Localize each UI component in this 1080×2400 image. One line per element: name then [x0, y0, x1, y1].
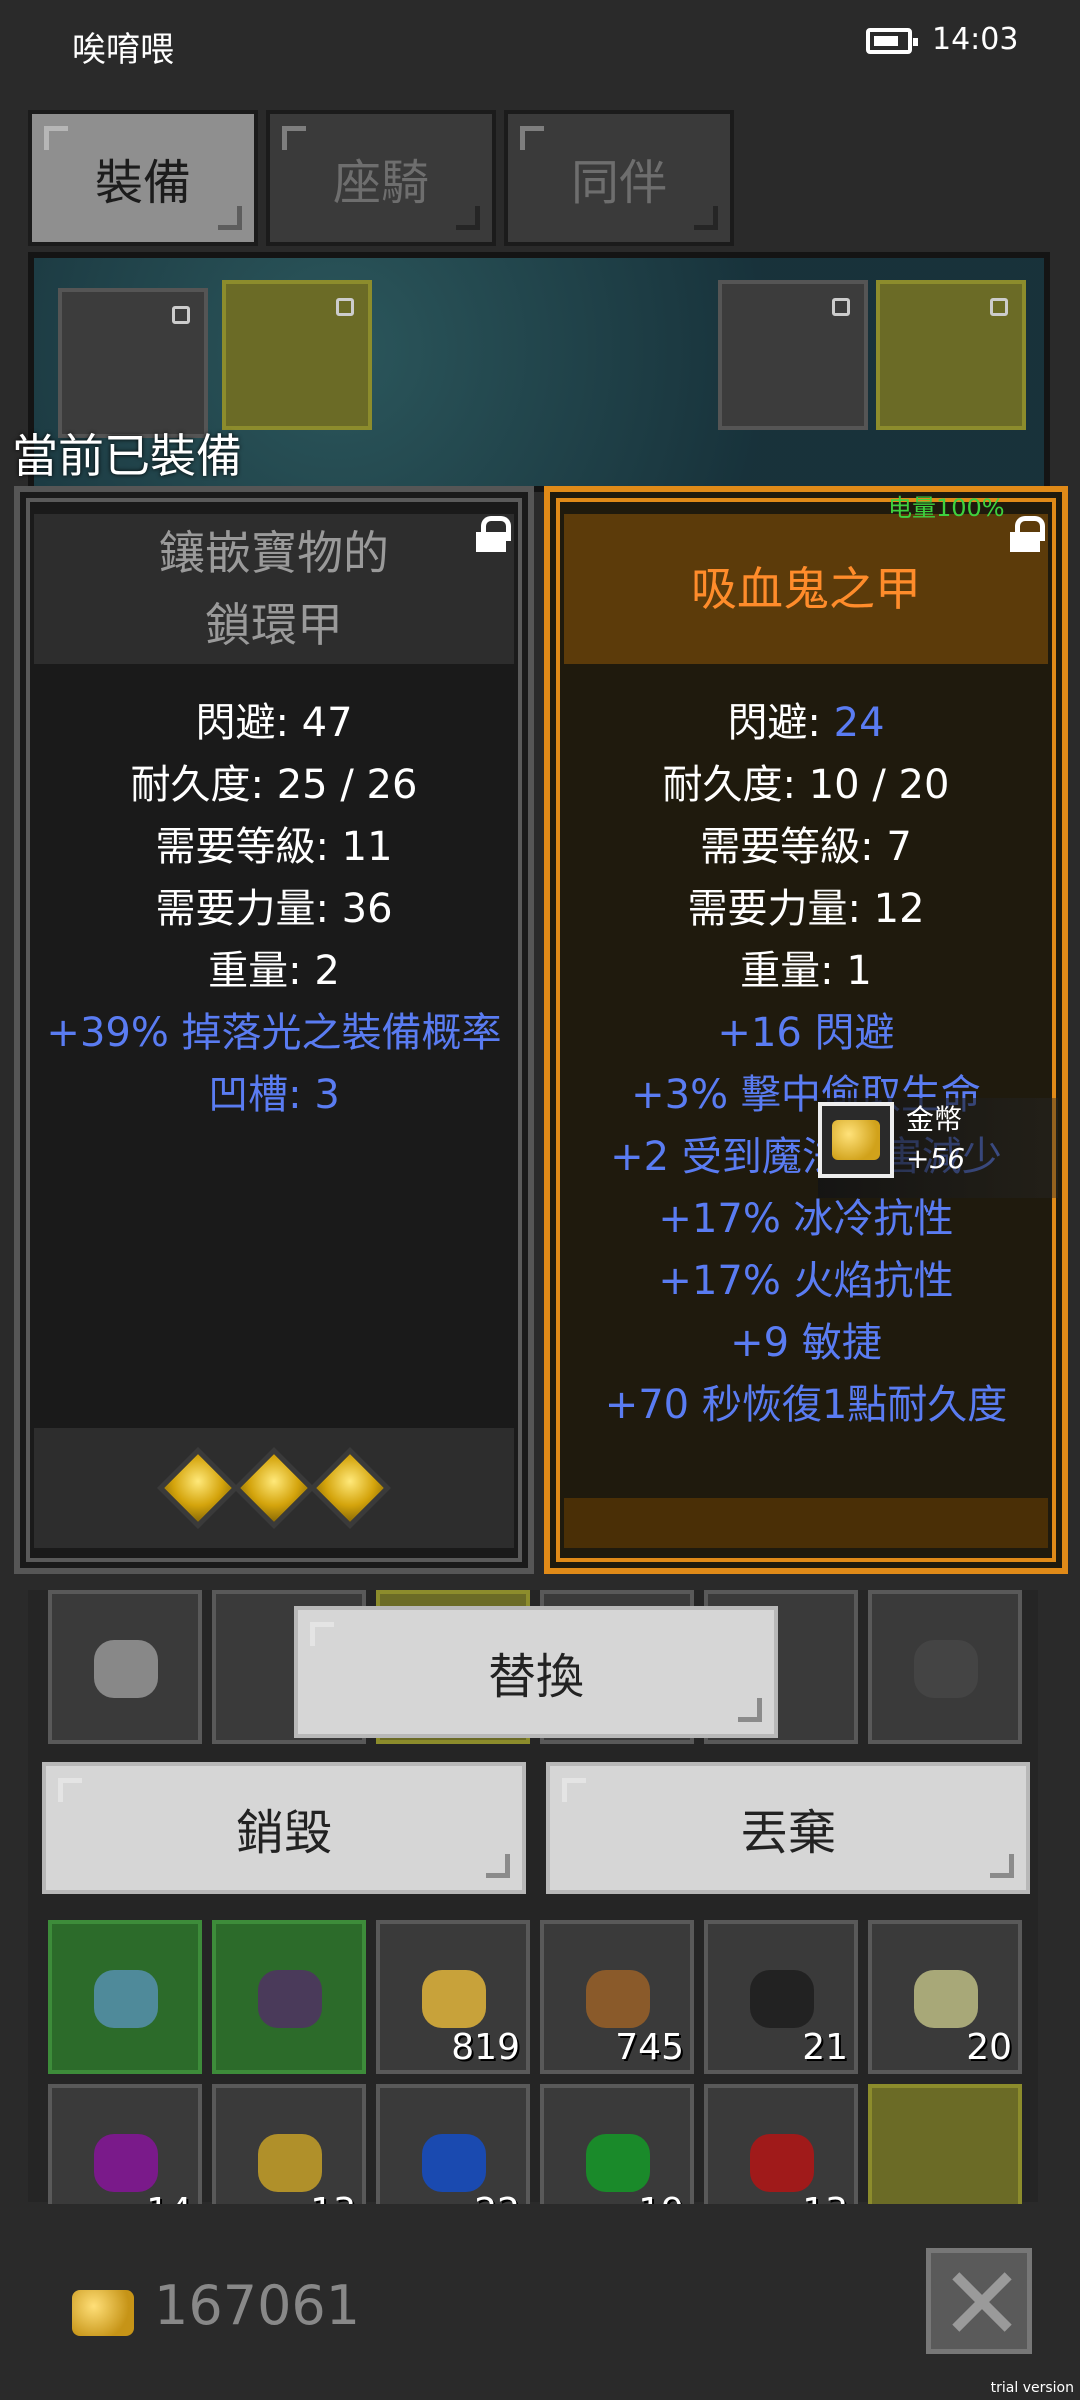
- inventory-slot[interactable]: 819: [376, 1920, 530, 2074]
- item-stats: 閃避: 47 耐久度: 25 / 26 需要等級: 11 需要力量: 36 重量…: [20, 692, 528, 1126]
- inventory-slot[interactable]: 21: [704, 1920, 858, 2074]
- lock-icon[interactable]: [476, 516, 511, 552]
- stat-line: 需要力量: 12: [687, 886, 925, 932]
- magic-stat-line: +17% 火焰抗性: [658, 1258, 954, 1304]
- tab-label: 同伴: [570, 155, 667, 211]
- purple-gem-icon: [94, 2134, 158, 2192]
- inventory-slot[interactable]: 745: [540, 1920, 694, 2074]
- stat-line: 重量: 1: [740, 948, 872, 994]
- sword-icon: [94, 1640, 158, 1698]
- tab-mount[interactable]: 座騎: [266, 110, 496, 246]
- magic-stat-line: +70 秒恢復1點耐久度: [604, 1382, 1008, 1428]
- gold-amount: 167061: [154, 2274, 361, 2337]
- replace-button[interactable]: 替換: [294, 1606, 778, 1738]
- trial-watermark: trial version: [990, 2380, 1074, 2396]
- helmet-icon: [914, 1640, 978, 1698]
- amulet-slot[interactable]: [876, 280, 1026, 430]
- magic-stat-line: +39% 掉落光之裝備概率: [46, 1010, 502, 1056]
- blue-gem-icon: [422, 2134, 486, 2192]
- coin-name: 金幣: [906, 1103, 963, 1136]
- coin-pickup-toast: 金幣 +56: [818, 1098, 1058, 1198]
- destroy-button[interactable]: 銷毀: [42, 1762, 526, 1894]
- inventory-slot[interactable]: [868, 1590, 1022, 1744]
- gold-icon: [72, 2290, 134, 2336]
- stat-line: 耐久度: 10 / 20: [662, 762, 950, 808]
- lock-icon: [990, 298, 1008, 316]
- weapon-slot[interactable]: [222, 280, 372, 430]
- helmet-slot[interactable]: [58, 288, 208, 438]
- inventory-slot[interactable]: 20: [868, 1920, 1022, 2074]
- glove-icon: [258, 1970, 322, 2028]
- close-button[interactable]: [926, 2248, 1032, 2354]
- green-gem-icon: [586, 2134, 650, 2192]
- battery-overlay: 电量100%: [888, 494, 1005, 522]
- gem-icon: [156, 1446, 240, 1530]
- copper-ore-icon: [586, 1970, 650, 2028]
- lock-icon: [172, 306, 190, 324]
- status-bar: 唉唷喂 14:03: [0, 0, 1080, 86]
- item-stats: 閃避: 24 耐久度: 10 / 20 需要等級: 7 需要力量: 12 重量:…: [550, 692, 1062, 1436]
- magic-stat-line: +9 敏捷: [730, 1320, 882, 1366]
- magic-stat-line: +16 閃避: [717, 1010, 895, 1056]
- gem-icon: [232, 1446, 316, 1530]
- lock-icon: [832, 298, 850, 316]
- magic-stat-line: 凹槽: 3: [208, 1072, 340, 1118]
- stat-line: 閃避: 47: [195, 700, 353, 746]
- armor-icon: [94, 1970, 158, 2028]
- gold-ore-icon: [422, 1970, 486, 2028]
- footer-bar: 167061 trial version: [0, 2204, 1080, 2400]
- inventory-slot[interactable]: [212, 1920, 366, 2074]
- socket-bar: [564, 1498, 1048, 1548]
- tab-equipment[interactable]: 裝備: [28, 110, 258, 246]
- item-title: 吸血鬼之甲: [564, 514, 1048, 664]
- item-title: 鑲嵌寶物的 鎖環甲: [34, 514, 514, 664]
- equipped-item-card: 鑲嵌寶物的 鎖環甲 閃避: 47 耐久度: 25 / 26 需要等級: 11 需…: [14, 486, 534, 1574]
- coin-delta: +56: [906, 1142, 966, 1175]
- lock-icon[interactable]: [1010, 516, 1045, 552]
- stat-line: 需要力量: 36: [155, 886, 393, 932]
- new-item-card: 吸血鬼之甲 閃避: 24 耐久度: 10 / 20 需要等級: 7 需要力量: …: [544, 486, 1068, 1574]
- tab-label: 裝備: [94, 155, 191, 211]
- stat-line: 重量: 2: [208, 948, 340, 994]
- stat-line: 需要等級: 11: [155, 824, 393, 870]
- shield-slot[interactable]: [718, 280, 868, 430]
- stat-line: 需要等級: 7: [700, 824, 912, 870]
- gem-icon: [308, 1446, 392, 1530]
- yellow-gem-icon: [258, 2134, 322, 2192]
- stat-line: 耐久度: 25 / 26: [130, 762, 418, 808]
- inventory-slot[interactable]: [48, 1590, 202, 1744]
- red-gem-icon: [750, 2134, 814, 2192]
- currently-equipped-label: 當前已裝備: [12, 429, 242, 483]
- tab-label: 座騎: [332, 155, 429, 211]
- discard-button[interactable]: 丟棄: [546, 1762, 1030, 1894]
- stat-line: 閃避: 24: [727, 700, 885, 746]
- battery-icon: [866, 28, 918, 54]
- inventory-slot[interactable]: [48, 1920, 202, 2074]
- app-name: 唉唷喂: [72, 30, 174, 70]
- coal-icon: [750, 1970, 814, 2028]
- tab-companion[interactable]: 同伴: [504, 110, 734, 246]
- clock: 14:03: [932, 22, 1019, 57]
- coin-icon: [818, 1102, 894, 1178]
- socket-gems: [34, 1428, 514, 1548]
- stone-icon: [914, 1970, 978, 2028]
- lock-icon: [336, 298, 354, 316]
